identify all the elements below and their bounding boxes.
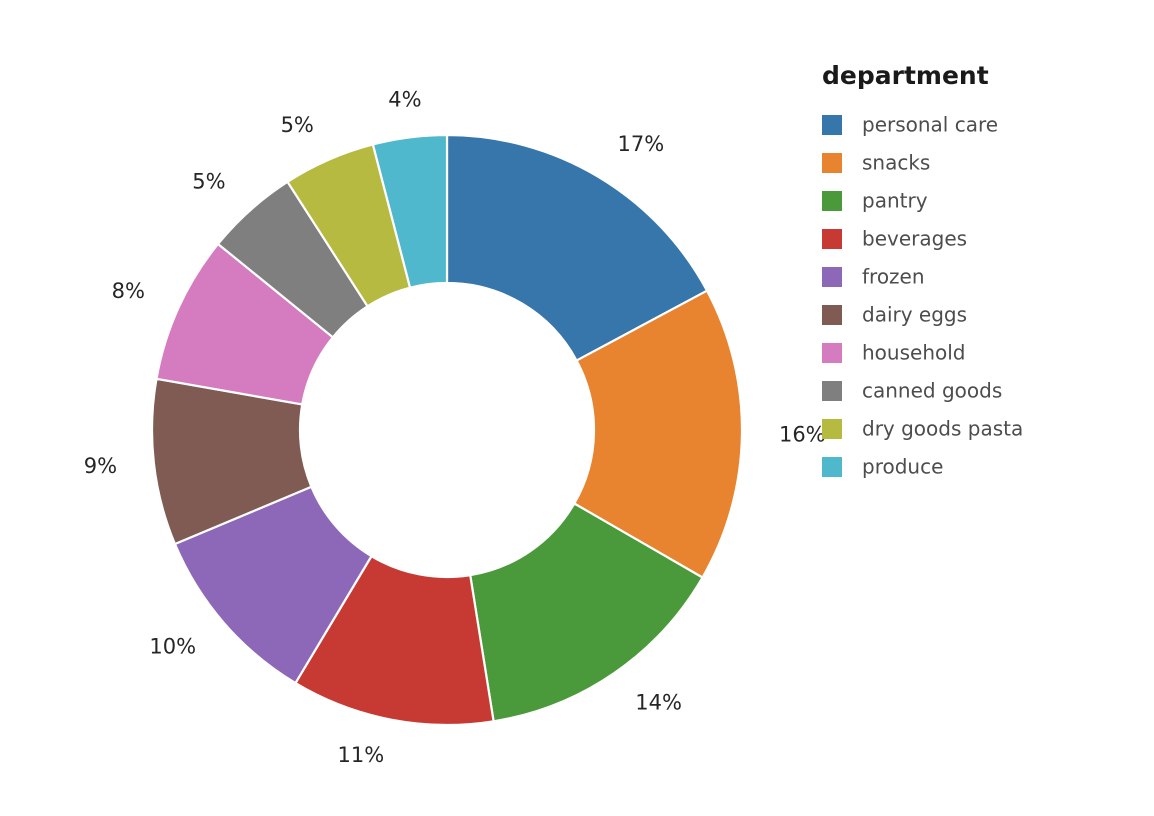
legend-color-swatch xyxy=(822,457,842,477)
legend-item-label: dry goods pasta xyxy=(862,417,1023,441)
legend-color-swatch xyxy=(822,419,842,439)
legend-item[interactable]: produce xyxy=(822,455,943,479)
legend-color-swatch xyxy=(822,191,842,211)
legend-color-swatch xyxy=(822,381,842,401)
slice-percentage-label: 8% xyxy=(112,279,145,303)
legend-item-label: personal care xyxy=(862,113,998,137)
legend-color-swatch xyxy=(822,153,842,173)
slice-percentage-label: 9% xyxy=(84,454,117,478)
legend-item-label: dairy eggs xyxy=(862,303,967,327)
slice-percentage-label: 5% xyxy=(192,170,225,194)
donut-chart-svg: 17% 16% 14% 11% 10% 9% 8% 5% 5% 4% department pers… xyxy=(0,0,1154,816)
legend-item[interactable]: snacks xyxy=(822,151,930,175)
legend-color-swatch xyxy=(822,115,842,135)
legend-item-label: canned goods xyxy=(862,379,1002,403)
legend-item-label: frozen xyxy=(862,265,925,289)
slice-percentage-label: 14% xyxy=(635,690,682,714)
legend-item-label: snacks xyxy=(862,151,930,175)
slice-percentage-label: 5% xyxy=(281,113,314,137)
legend-item-label: pantry xyxy=(862,189,928,213)
donut-chart-figure: 17% 16% 14% 11% 10% 9% 8% 5% 5% 4% department pers… xyxy=(0,0,1154,816)
legend-item-label: produce xyxy=(862,455,943,479)
slice-percentage-label: 11% xyxy=(337,743,384,767)
legend-color-swatch xyxy=(822,267,842,287)
legend-item-label: beverages xyxy=(862,227,967,251)
slice-percentage-label: 17% xyxy=(618,132,665,156)
legend-item[interactable]: pantry xyxy=(822,189,928,213)
slice-percentage-label: 4% xyxy=(388,88,421,112)
legend-color-swatch xyxy=(822,229,842,249)
legend-title: department xyxy=(822,61,989,90)
legend-item-label: household xyxy=(862,341,965,365)
legend-color-swatch xyxy=(822,343,842,363)
legend-color-swatch xyxy=(822,305,842,325)
slice-percentage-label: 10% xyxy=(149,634,196,658)
legend-item[interactable]: frozen xyxy=(822,265,925,289)
slice-percentage-label: 16% xyxy=(779,422,826,446)
